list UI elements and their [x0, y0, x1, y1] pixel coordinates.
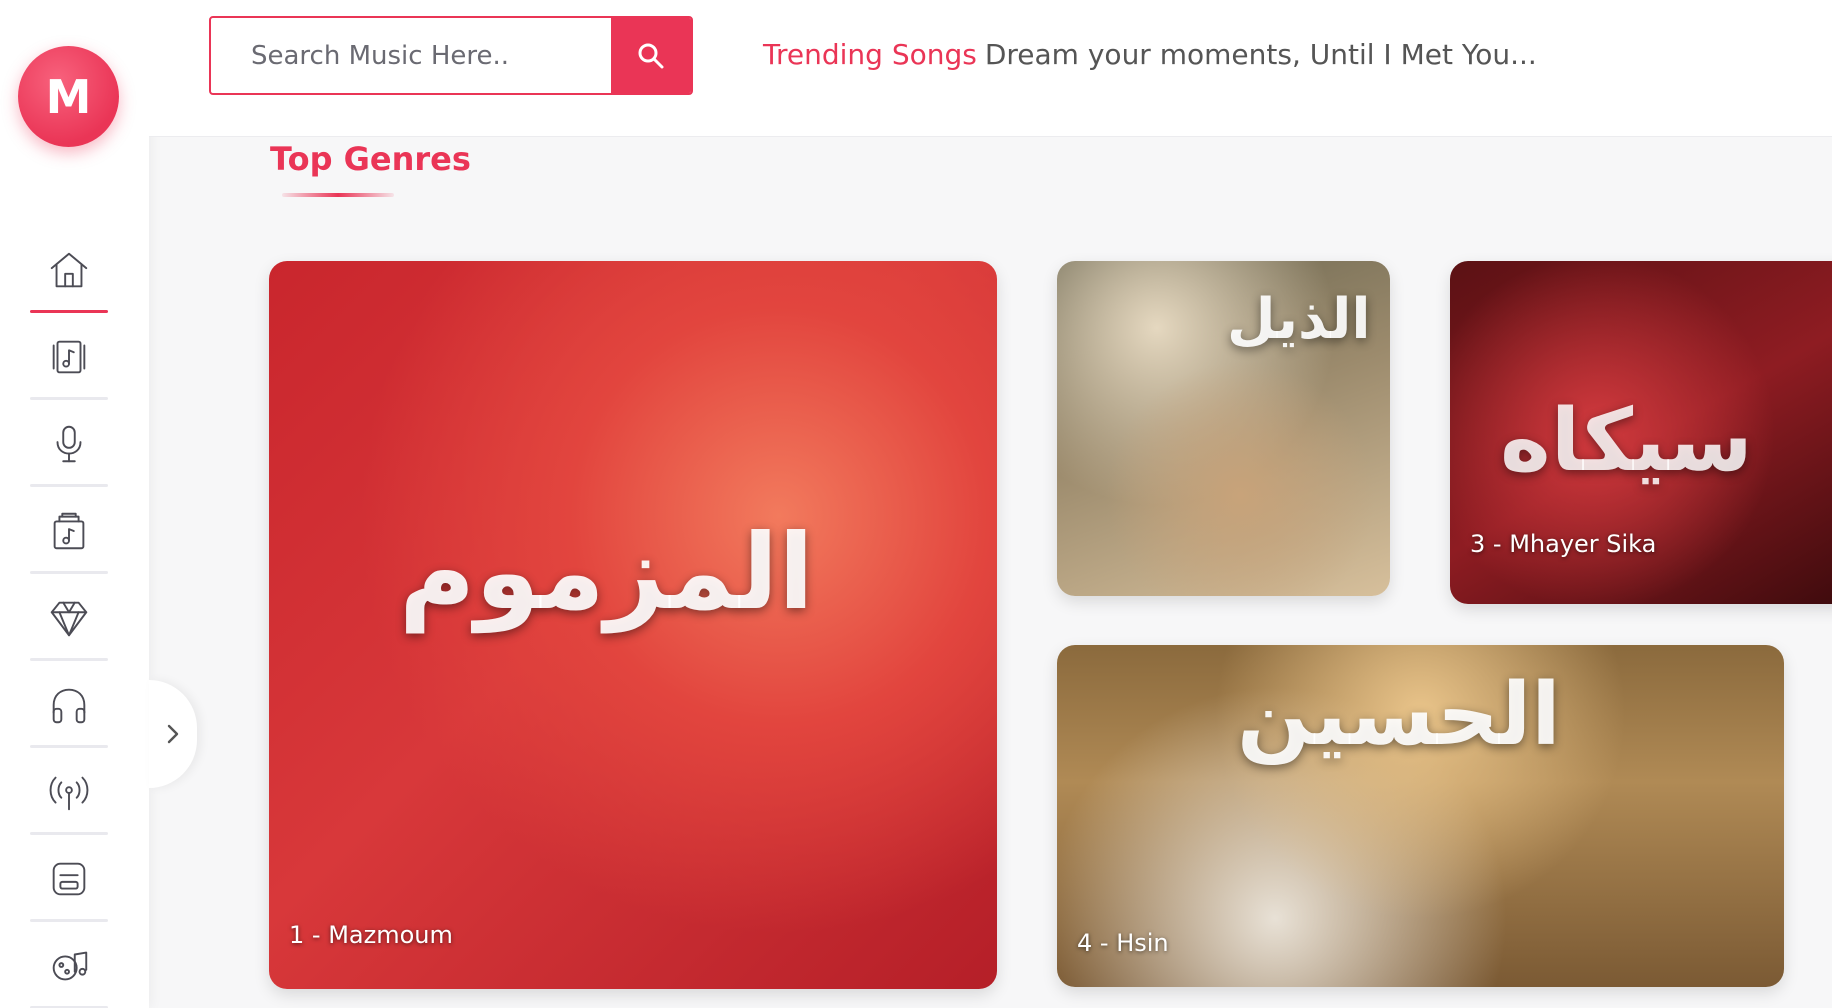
- brand-logo[interactable]: M: [18, 46, 119, 147]
- sidebar-expand-button[interactable]: [149, 680, 197, 788]
- genre-card-hsin[interactable]: الحسين 4 - Hsin: [1057, 645, 1784, 987]
- sidebar-item-devices[interactable]: [28, 835, 110, 922]
- genre-card-art-text: سيكاه: [1500, 391, 1753, 491]
- genre-card-caption: 4 - Hsin: [1077, 929, 1169, 957]
- trending-label[interactable]: Trending Songs: [763, 38, 977, 71]
- music-box-icon: [53, 512, 85, 549]
- sidebar-item-music-library[interactable]: [28, 922, 110, 1008]
- sidebar-item-artists[interactable]: [28, 400, 110, 487]
- sidebar-nav: [28, 226, 110, 1008]
- section-title: Top Genres: [270, 140, 471, 178]
- microphone-icon: [56, 425, 82, 462]
- app-root: M Search Music Here.. Trending Songs Dre…: [0, 0, 1832, 1008]
- diamond-icon: [50, 601, 88, 636]
- sidebar: M: [0, 0, 149, 1008]
- home-icon: [50, 252, 88, 287]
- album-icon: [52, 340, 86, 373]
- search-icon: [638, 43, 664, 68]
- genre-card-mhayer-sika[interactable]: سيكاه 3 - Mhayer Sika: [1450, 261, 1832, 604]
- sidebar-item-home[interactable]: [28, 226, 110, 313]
- genre-card-caption: 1 - Mazmoum: [289, 921, 453, 949]
- genre-card-art-text: الذيل: [1227, 287, 1371, 352]
- device-icon: [52, 862, 86, 895]
- search-input[interactable]: [211, 18, 611, 93]
- trending-text[interactable]: Dream your moments, Until I Met You...: [985, 38, 1537, 71]
- genre-card-mazmoum[interactable]: المزموم 1 - Mazmoum: [269, 261, 997, 989]
- trending-ticker: Trending Songs Dream your moments, Until …: [763, 38, 1537, 71]
- headphones-icon: [52, 688, 86, 723]
- music-library-icon: [52, 951, 88, 980]
- search-button[interactable]: [611, 18, 691, 93]
- genre-card-art-text: المزموم: [399, 511, 814, 633]
- broadcast-icon: [49, 776, 89, 810]
- genre-card-caption: 3 - Mhayer Sika: [1470, 530, 1657, 558]
- sidebar-item-radio[interactable]: [28, 748, 110, 835]
- genre-card-2[interactable]: الذيل: [1057, 261, 1390, 596]
- section-title-underline: [282, 193, 394, 197]
- search-bar: [209, 16, 693, 95]
- sidebar-item-playlists[interactable]: [28, 487, 110, 574]
- sidebar-item-premium[interactable]: [28, 574, 110, 661]
- top-header: Trending SongsDream your moments, Until …: [149, 0, 1832, 137]
- sidebar-item-albums[interactable]: [28, 313, 110, 400]
- chevron-right-icon: [167, 724, 179, 744]
- genre-card-art-text: الحسين: [1237, 665, 1561, 765]
- sidebar-item-listen[interactable]: [28, 661, 110, 748]
